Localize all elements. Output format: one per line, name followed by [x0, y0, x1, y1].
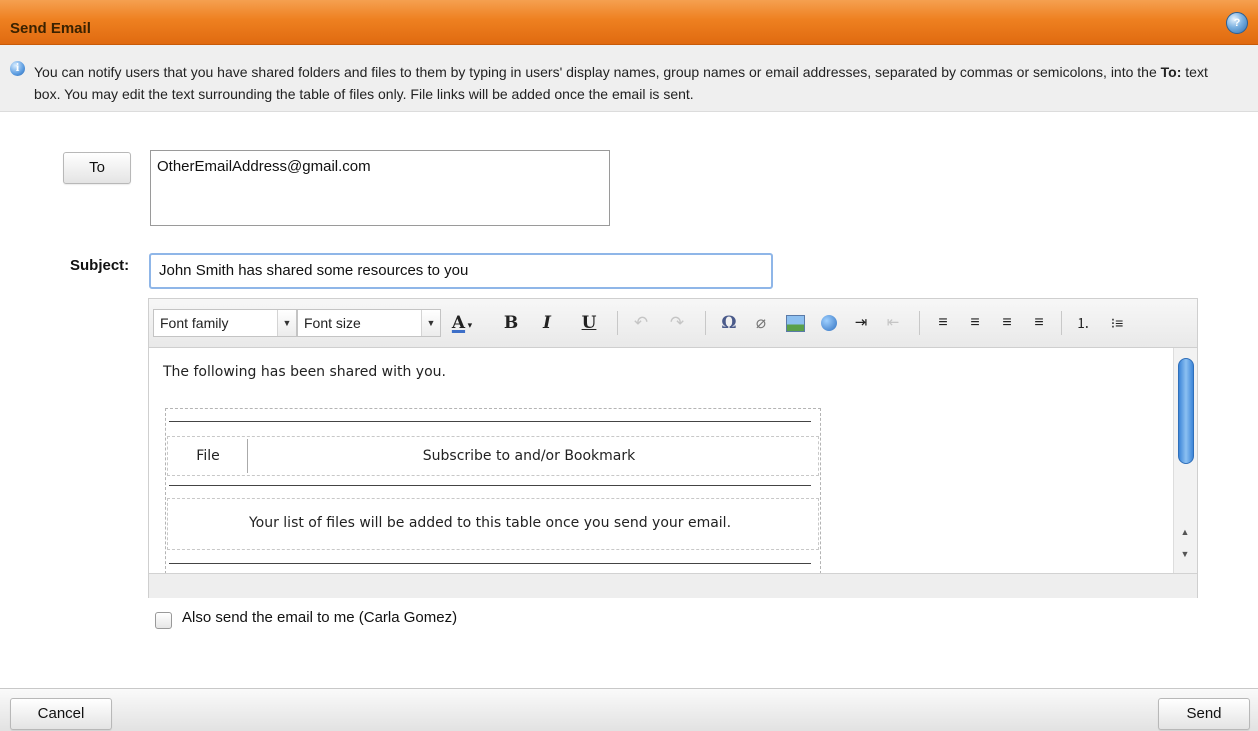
scroll-up-icon[interactable]: ▲	[1177, 524, 1193, 540]
rich-text-editor: Font family ▼ Font size ▼ A ▾ B I U ↶ ↷ …	[148, 298, 1198, 598]
help-icon[interactable]: ?	[1226, 12, 1248, 34]
table-header-file: File	[169, 439, 248, 473]
font-size-select[interactable]: Font size ▼	[297, 309, 441, 337]
align-center-icon[interactable]: ≡	[963, 310, 987, 336]
bold-icon[interactable]: B	[499, 310, 523, 336]
toolbar-separator	[705, 311, 706, 335]
subject-label: Subject:	[70, 257, 130, 274]
info-text: You can notify users that you have share…	[34, 64, 1208, 102]
toolbar-separator	[919, 311, 920, 335]
numbered-list-icon[interactable]: ⒈	[1071, 310, 1095, 336]
indent-icon[interactable]: ⇥	[849, 310, 873, 336]
align-left-icon[interactable]: ≡	[931, 310, 955, 336]
insert-image-icon[interactable]	[783, 310, 807, 336]
font-family-select[interactable]: Font family ▼	[153, 309, 297, 337]
editor-toolbar: Font family ▼ Font size ▼ A ▾ B I U ↶ ↷ …	[149, 299, 1197, 348]
info-icon: i	[10, 61, 25, 76]
underline-icon[interactable]: U	[577, 310, 601, 336]
table-rule	[169, 563, 811, 564]
cc-me-checkbox[interactable]	[155, 612, 172, 629]
remove-format-icon[interactable]: ⌀	[749, 310, 773, 336]
dialog-titlebar: Send Email ?	[0, 0, 1258, 45]
send-button[interactable]: Send	[1158, 698, 1250, 730]
editor-scrollbar[interactable]: ▲ ▼	[1173, 348, 1197, 573]
toolbar-separator	[1061, 311, 1062, 335]
toolbar-separator	[617, 311, 618, 335]
to-field[interactable]: OtherEmailAddress@gmail.com	[150, 150, 610, 226]
align-justify-icon[interactable]: ≡	[1027, 310, 1051, 336]
table-rule	[169, 485, 811, 486]
cancel-button[interactable]: Cancel	[10, 698, 112, 730]
table-rule	[169, 421, 811, 422]
special-character-icon[interactable]: Ω	[717, 310, 741, 336]
undo-icon[interactable]: ↶	[629, 310, 653, 336]
italic-icon[interactable]: I	[535, 310, 559, 336]
table-header-bookmark: Subscribe to and/or Bookmark	[422, 448, 636, 464]
dialog-footer	[0, 688, 1258, 731]
bulleted-list-icon[interactable]: ⁝≡	[1105, 310, 1129, 336]
chevron-down-icon: ▼	[421, 310, 440, 336]
editor-statusbar	[149, 573, 1197, 598]
intro-text: The following has been shared with you.	[163, 364, 446, 380]
redo-icon[interactable]: ↷	[665, 310, 689, 336]
align-right-icon[interactable]: ≡	[995, 310, 1019, 336]
font-color-icon[interactable]: A ▾	[447, 310, 477, 336]
chevron-down-icon: ▼	[277, 310, 296, 336]
info-banner: i You can notify users that you have sha…	[0, 45, 1258, 112]
outdent-icon[interactable]: ⇤	[881, 310, 905, 336]
editor-content[interactable]: The following has been shared with you. …	[149, 348, 1173, 573]
font-family-label: Font family	[160, 315, 229, 331]
font-size-label: Font size	[304, 315, 361, 331]
cc-me-label[interactable]: Also send the email to me (Carla Gomez)	[182, 609, 457, 626]
scroll-down-icon[interactable]: ▼	[1177, 546, 1193, 562]
scrollbar-thumb[interactable]	[1178, 358, 1194, 464]
dialog-title: Send Email	[10, 20, 91, 37]
to-button[interactable]: To	[63, 152, 131, 184]
table-placeholder-text: Your list of files will be added to this…	[248, 515, 732, 531]
insert-link-icon[interactable]	[817, 310, 841, 336]
subject-input[interactable]: John Smith has shared some resources to …	[149, 253, 773, 289]
